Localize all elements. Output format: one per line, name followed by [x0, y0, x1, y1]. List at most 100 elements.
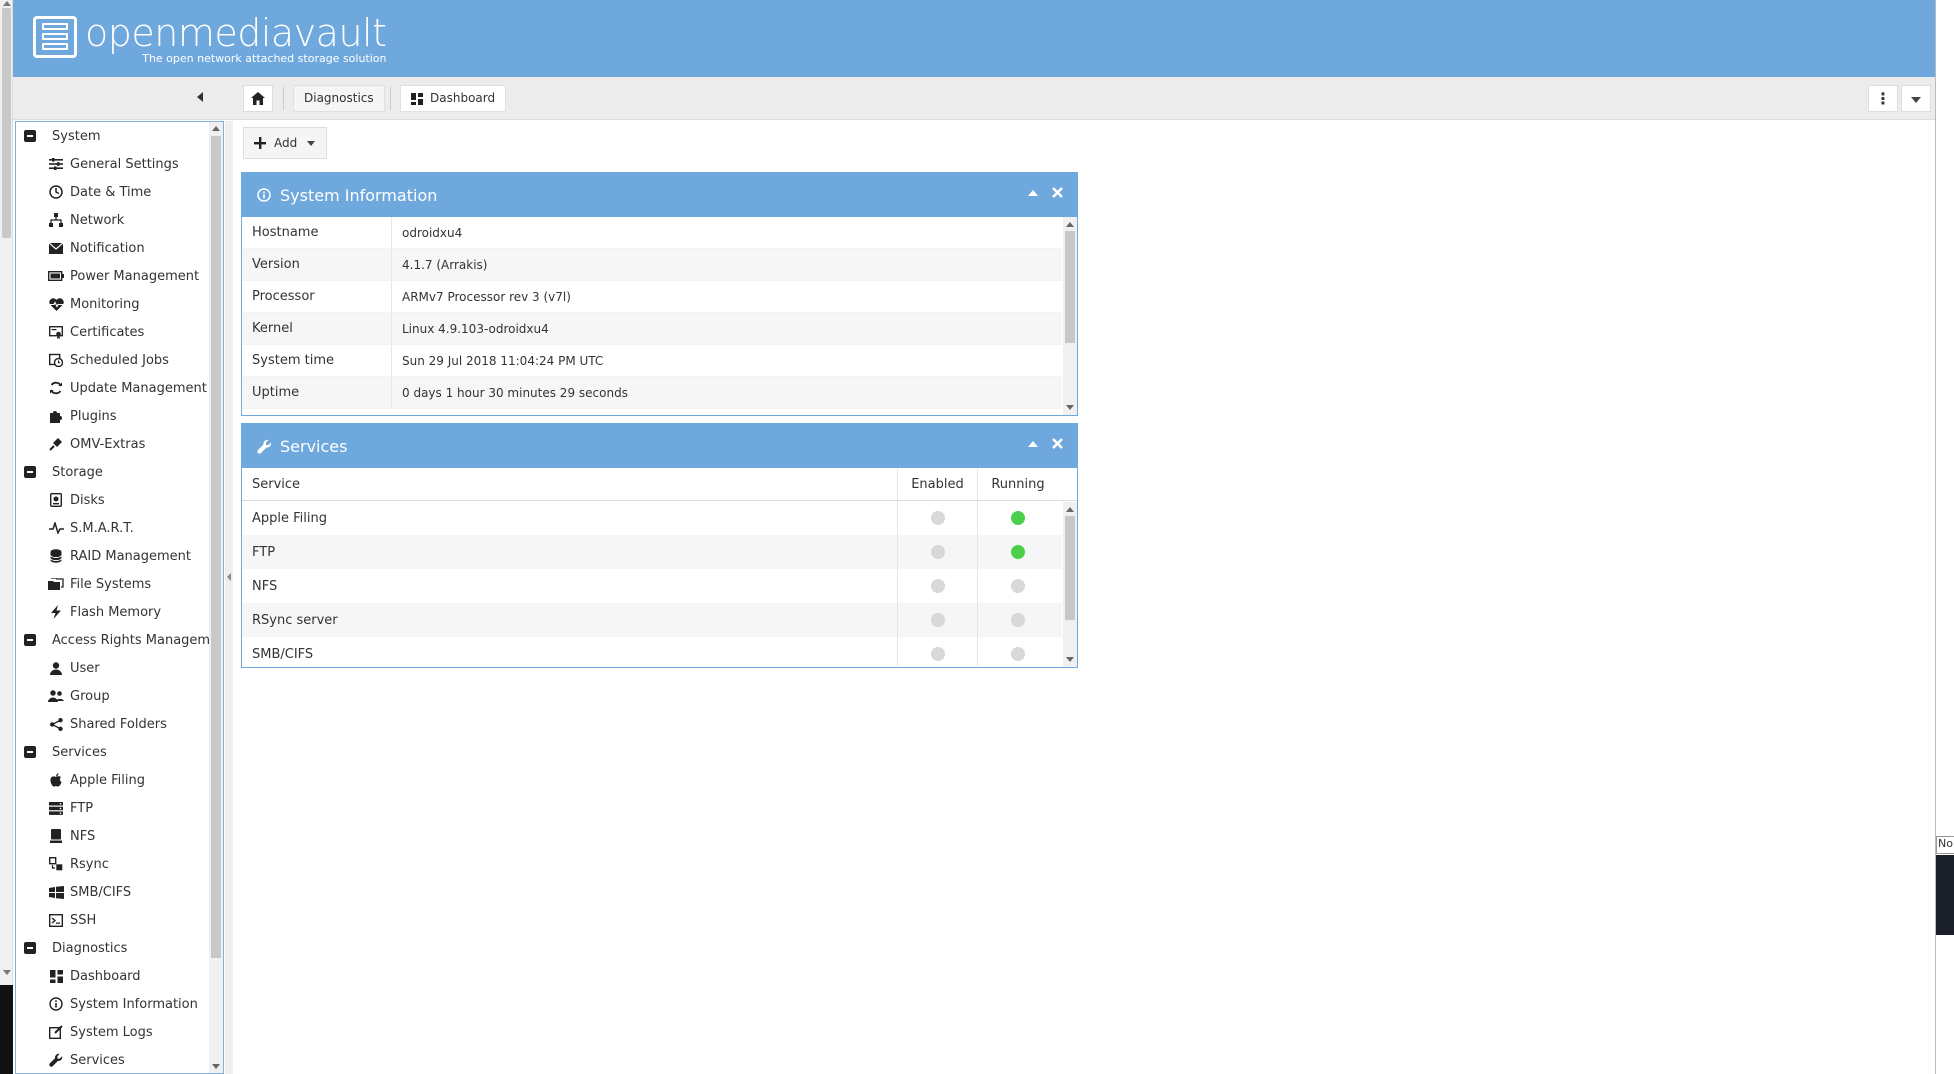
sidebar-scrollbar[interactable]: [209, 122, 223, 1073]
sidebar-item-label: Date & Time: [70, 184, 152, 200]
running-status-icon: [1011, 647, 1025, 661]
service-name: FTP: [242, 535, 898, 569]
sidebar-item-rsync[interactable]: Rsync: [16, 850, 223, 878]
collapse-group-icon[interactable]: [24, 466, 36, 478]
collapse-icon[interactable]: [1028, 440, 1038, 447]
collapse-group-icon[interactable]: [24, 634, 36, 646]
sidebar-item-flash-memory[interactable]: Flash Memory: [16, 598, 223, 626]
sidebar-item-smb-cifs[interactable]: SMB/CIFS: [16, 878, 223, 906]
widget-scrollbar[interactable]: [1063, 217, 1077, 415]
refresh-icon: [48, 381, 64, 395]
kebab-menu-icon: ⋮: [1875, 89, 1891, 108]
sidebar-item-date-time[interactable]: Date & Time: [16, 178, 223, 206]
server-icon: [48, 829, 64, 843]
sidebar-item-certificates[interactable]: Certificates: [16, 318, 223, 346]
sidebar-item-user[interactable]: User: [16, 654, 223, 682]
folders-icon: [48, 577, 64, 591]
sidebar-item-raid-management[interactable]: RAID Management: [16, 542, 223, 570]
adjacent-window-label: No: [1936, 836, 1954, 854]
sidebar-group-label: Storage: [52, 464, 103, 480]
scroll-up-arrow[interactable]: [3, 1, 11, 6]
collapse-icon[interactable]: [1028, 189, 1038, 196]
sidebar-item-label: RAID Management: [70, 548, 192, 564]
property-value: 0 days 1 hour 30 minutes 29 seconds: [402, 385, 628, 400]
app-header: openmediavault The open network attached…: [13, 0, 1935, 77]
property-key: Hostname: [242, 217, 392, 248]
sidebar-item-monitoring[interactable]: Monitoring: [16, 290, 223, 318]
sidebar-item-notification[interactable]: Notification: [16, 234, 223, 262]
sidebar-item-update-management[interactable]: Update Management: [16, 374, 223, 402]
sidebar-item-network[interactable]: Network: [16, 206, 223, 234]
sidebar-splitter[interactable]: [225, 121, 233, 1074]
sidebar-item-label: Update Management: [70, 380, 207, 396]
table-row[interactable]: NFS: [242, 569, 1062, 603]
sidebar-item-s-m-a-r-t[interactable]: S.M.A.R.T.: [16, 514, 223, 542]
sidebar-group-services[interactable]: Services: [16, 738, 223, 766]
widget-header: Services: [242, 424, 1077, 468]
column-header-service[interactable]: Service: [242, 468, 898, 500]
puzzle-icon: [48, 409, 64, 423]
toolbar-dropdown-button[interactable]: [1901, 85, 1931, 112]
sidebar-item-omv-extras[interactable]: OMV-Extras: [16, 430, 223, 458]
scroll-thumb[interactable]: [2, 8, 11, 238]
close-icon[interactable]: [1052, 438, 1063, 449]
running-status-icon: [1011, 545, 1025, 559]
sidebar-item-ftp[interactable]: FTP: [16, 794, 223, 822]
sidebar-item-group[interactable]: Group: [16, 682, 223, 710]
collapse-group-icon[interactable]: [24, 942, 36, 954]
sidebar-item-label: Notification: [70, 240, 145, 256]
close-icon[interactable]: [1052, 187, 1063, 198]
table-row[interactable]: Apple Filing: [242, 501, 1062, 535]
breadcrumb-dashboard[interactable]: Dashboard: [400, 85, 507, 112]
column-header-enabled[interactable]: Enabled: [898, 468, 978, 500]
edit-icon: [48, 1025, 64, 1039]
sidebar-item-label: Certificates: [70, 324, 145, 340]
window-scrollbar[interactable]: [0, 0, 13, 1074]
widget-header: System Information: [242, 173, 1077, 217]
sidebar-item-label: User: [70, 660, 100, 676]
sidebar-item-apple-filing[interactable]: Apple Filing: [16, 766, 223, 794]
sidebar-group-diagnostics[interactable]: Diagnostics: [16, 934, 223, 962]
add-widget-button[interactable]: Add: [243, 127, 327, 159]
sidebar-item-disks[interactable]: Disks: [16, 486, 223, 514]
widget-scrollbar[interactable]: [1063, 502, 1077, 667]
sidebar-item-ssh[interactable]: SSH: [16, 906, 223, 934]
collapse-sidebar-button[interactable]: [197, 92, 203, 102]
collapse-group-icon[interactable]: [24, 746, 36, 758]
battery-icon: [48, 269, 64, 283]
sidebar-item-general-settings[interactable]: General Settings: [16, 150, 223, 178]
sidebar-item-label: SSH: [70, 912, 97, 928]
sidebar-item-label: Scheduled Jobs: [70, 352, 169, 368]
sidebar-item-dashboard[interactable]: Dashboard: [16, 962, 223, 990]
enabled-status-icon: [930, 613, 945, 627]
column-header-running[interactable]: Running: [978, 468, 1058, 500]
sidebar-item-file-systems[interactable]: File Systems: [16, 570, 223, 598]
sidebar-item-label: NFS: [70, 828, 96, 844]
collapse-group-icon[interactable]: [24, 130, 36, 142]
property-key: Processor: [242, 281, 392, 312]
breadcrumb-diagnostics[interactable]: Diagnostics: [293, 85, 385, 112]
sidebar-item-shared-folders[interactable]: Shared Folders: [16, 710, 223, 738]
sidebar-item-power-management[interactable]: Power Management: [16, 262, 223, 290]
sidebar-item-scheduled-jobs[interactable]: Scheduled Jobs: [16, 346, 223, 374]
property-row: System time Sun 29 Jul 2018 11:04:24 PM …: [242, 345, 1062, 377]
sidebar-group-system[interactable]: System: [16, 122, 223, 150]
sidebar-item-nfs[interactable]: NFS: [16, 822, 223, 850]
sidebar-group-label: Access Rights Managemen: [52, 632, 224, 648]
home-button[interactable]: [243, 85, 273, 112]
table-row[interactable]: FTP: [242, 535, 1062, 569]
property-row: Hostname odroidxu4: [242, 217, 1062, 249]
envelope-icon: [48, 241, 64, 255]
sidebar-item-services[interactable]: Services: [16, 1046, 223, 1073]
sidebar-item-system-information[interactable]: System Information: [16, 990, 223, 1018]
scroll-down-arrow[interactable]: [3, 970, 11, 975]
sidebar-group-storage[interactable]: Storage: [16, 458, 223, 486]
table-row[interactable]: RSync server: [242, 603, 1062, 637]
sidebar-group-access-rights-managemen[interactable]: Access Rights Managemen: [16, 626, 223, 654]
more-options-button[interactable]: ⋮: [1868, 85, 1898, 112]
calendar-clock-icon: [48, 353, 64, 367]
table-row[interactable]: SMB/CIFS: [242, 637, 1062, 666]
sidebar-item-system-logs[interactable]: System Logs: [16, 1018, 223, 1046]
sidebar-item-label: Flash Memory: [70, 604, 162, 620]
sidebar-item-plugins[interactable]: Plugins: [16, 402, 223, 430]
